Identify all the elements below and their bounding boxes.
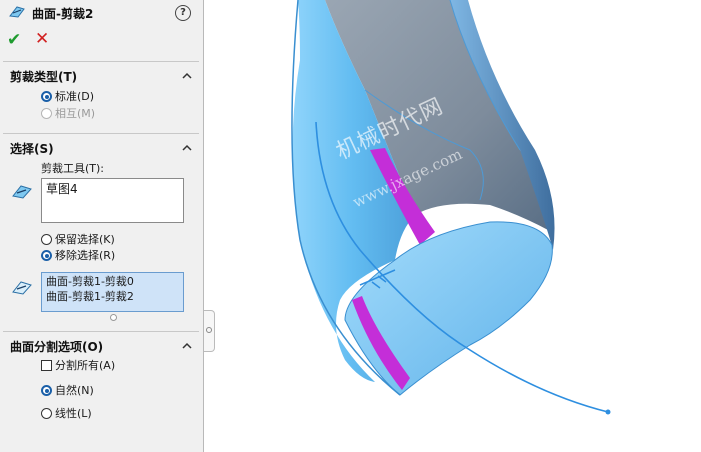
radio-linear[interactable]: 线性(L) [41,407,92,421]
radio-button[interactable] [41,408,52,419]
radio-button [41,108,52,119]
radio-standard[interactable]: 标准(D) [41,90,94,104]
list-item[interactable]: 曲面-剪裁1-剪裁2 [46,289,179,304]
radio-button[interactable] [41,385,52,396]
radio-button[interactable] [41,91,52,102]
radio-remove-selections[interactable]: 移除选择(R) [41,249,115,263]
section-title-selection[interactable]: 选择(S) [10,140,54,157]
section-title-trim-type[interactable]: 剪裁类型(T) [10,68,77,85]
pieces-selection-icon [12,281,32,295]
divider [3,61,199,62]
ok-button[interactable]: ✔ [7,32,21,49]
radio-label: 自然(N) [55,384,94,397]
feature-title: 曲面-剪裁2 [32,7,94,21]
radio-label: 移除选择(R) [55,249,116,262]
divider [3,133,199,134]
cancel-button[interactable]: ✕ [35,31,49,48]
chevron-up-icon[interactable] [182,72,192,79]
radio-keep-selections[interactable]: 保留选择(K) [41,233,115,247]
radio-button[interactable] [41,250,52,261]
sketch-endpoint[interactable] [605,409,611,415]
feature-header: 曲面-剪裁2 ? [0,0,204,26]
checkbox-label: 分割所有(A) [55,359,116,372]
trim-tool-field[interactable]: 草图4 [41,178,184,223]
divider [3,331,199,332]
checkbox[interactable] [41,360,52,371]
radio-label: 相互(M) [55,107,96,120]
help-icon[interactable]: ? [175,5,191,21]
trim-tool-value: 草图4 [46,182,78,196]
graphics-viewport[interactable]: 机械时代网 www.jxage.com [205,0,701,452]
surface-trim-icon [9,6,25,18]
radio-label: 线性(L) [55,407,92,420]
property-manager-panel: 曲面-剪裁2 ? ✔ ✕ 剪裁类型(T) 标准(D) 相互(M) 选择(S) 剪… [0,0,204,452]
radio-label: 保留选择(K) [55,233,115,246]
checkbox-split-all[interactable]: 分割所有(A) [41,359,115,373]
radio-natural[interactable]: 自然(N) [41,384,94,398]
trim-tool-label: 剪裁工具(T): [41,162,105,175]
pieces-list[interactable]: 曲面-剪裁1-剪裁0 曲面-剪裁1-剪裁2 [41,272,184,312]
surface-model[interactable] [205,0,701,452]
radio-button[interactable] [41,234,52,245]
radio-label: 标准(D) [55,90,95,103]
list-item[interactable]: 曲面-剪裁1-剪裁0 [46,274,179,289]
section-title-split-options[interactable]: 曲面分割选项(O) [10,338,103,355]
list-resize-handle[interactable] [110,314,117,321]
radio-mutual: 相互(M) [41,107,95,121]
chevron-up-icon[interactable] [182,342,192,349]
trim-tool-icon [12,185,32,199]
chevron-up-icon[interactable] [182,144,192,151]
